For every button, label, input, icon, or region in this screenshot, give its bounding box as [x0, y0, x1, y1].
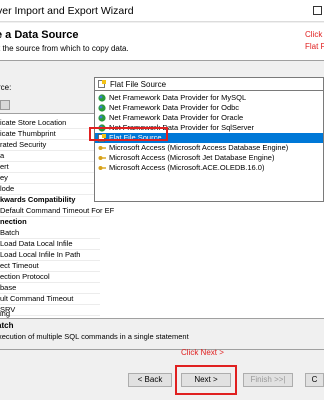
- data-source-value: Flat File Source: [110, 80, 167, 89]
- description-panel: atch xecution of multiple SQL commands i…: [0, 318, 324, 344]
- properties-toolbar-button[interactable]: [0, 100, 10, 110]
- next-highlight-box: [175, 365, 237, 395]
- grid-row[interactable]: Load Local Infile In Path: [0, 250, 100, 260]
- dropdown-item[interactable]: Microsoft Access (Microsoft Access Datab…: [95, 143, 323, 153]
- grid-row[interactable]: ey: [0, 173, 100, 183]
- dropdown-item[interactable]: Microsoft Access (Microsoft.ACE.OLEDB.16…: [95, 163, 323, 173]
- dropdown-item[interactable]: Net Framework Data Provider for MySQL: [95, 93, 323, 103]
- page-title: e a Data Source: [0, 29, 79, 41]
- grid-row[interactable]: a: [0, 151, 100, 161]
- grid-row[interactable]: lode: [0, 184, 100, 194]
- grid-row[interactable]: ection Protocol: [0, 272, 100, 282]
- flat-file-highlight-box: [89, 127, 168, 141]
- grid-row[interactable]: ult Command Timeout: [0, 294, 100, 304]
- dropdown-item[interactable]: Net Framework Data Provider for Oracle: [95, 113, 323, 123]
- data-source-label: rce:: [0, 83, 12, 92]
- globe-icon: [98, 114, 106, 122]
- grid-category[interactable]: kwards Compatibility: [0, 195, 100, 205]
- grid-row[interactable]: rated Security: [0, 140, 100, 150]
- cancel-button[interactable]: C: [305, 373, 324, 387]
- dropdown-item[interactable]: Microsoft Access (Microsoft Jet Database…: [95, 153, 323, 163]
- annotation-flat-file: Flat F: [305, 42, 324, 51]
- flat-file-icon: [98, 80, 106, 88]
- globe-icon: [98, 104, 106, 112]
- annotation-click: Click: [305, 30, 323, 39]
- key-icon: [98, 156, 106, 160]
- maximize-icon[interactable]: [313, 6, 322, 15]
- data-source-combo[interactable]: Flat File Source: [94, 77, 324, 91]
- grid-row[interactable]: ect Timeout: [0, 261, 100, 271]
- grid-row[interactable]: icate Thumbprint: [0, 129, 100, 139]
- title-bar: ver Import and Export Wizard: [0, 0, 324, 22]
- globe-icon: [98, 94, 106, 102]
- separator: [0, 349, 324, 350]
- description-text: xecution of multiple SQL commands in a s…: [0, 332, 189, 341]
- key-icon: [98, 166, 106, 170]
- data-source-dropdown-list[interactable]: Net Framework Data Provider for MySQL Ne…: [94, 90, 324, 202]
- grid-row[interactable]: Default Command Timeout For EF: [0, 206, 114, 216]
- grid-row[interactable]: Batch: [0, 228, 100, 238]
- wizard-header: e a Data Source t the source from which …: [0, 23, 324, 61]
- key-icon: [98, 146, 106, 150]
- back-button[interactable]: < Back: [128, 373, 172, 387]
- window-title: ver Import and Export Wizard: [0, 5, 134, 17]
- finish-button[interactable]: Finish >>|: [243, 373, 293, 387]
- annotation-click-next: Click Next >: [181, 348, 224, 357]
- grid-row[interactable]: base: [0, 283, 100, 293]
- dropdown-item[interactable]: Net Framework Data Provider for Odbc: [95, 103, 323, 113]
- grid-row[interactable]: Load Data Local Infile: [0, 239, 100, 249]
- grid-category[interactable]: nection: [0, 217, 100, 227]
- grid-row[interactable]: ert: [0, 162, 100, 172]
- description-title: atch: [0, 321, 14, 330]
- grid-row[interactable]: icate Store Location: [0, 118, 100, 128]
- page-subtitle: t the source from which to copy data.: [0, 44, 129, 53]
